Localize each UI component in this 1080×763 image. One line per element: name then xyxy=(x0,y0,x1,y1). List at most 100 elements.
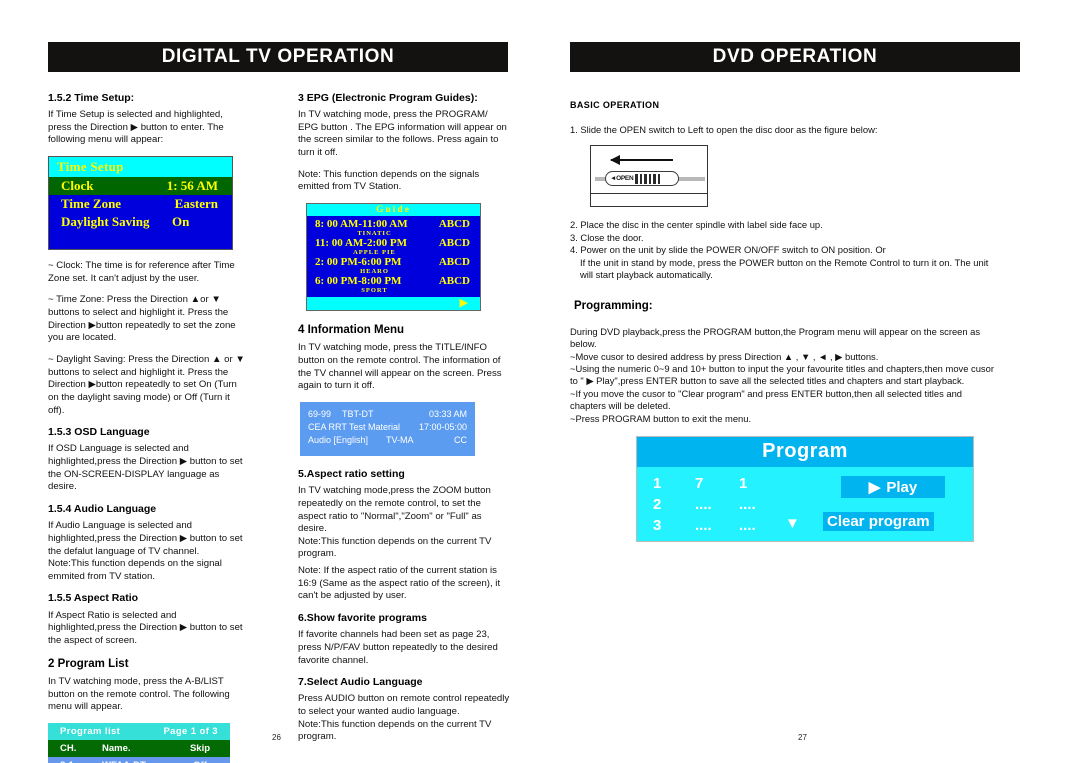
dvd-step-4b: If the unit in stand by mode, press the … xyxy=(580,256,989,268)
program-list-page-label: Page 1 of 3 xyxy=(163,725,218,737)
section-1-5-4-title: 1.5.4 Audio Language xyxy=(48,503,157,516)
section-5-note: Note: If the aspect ratio of the current… xyxy=(298,565,501,602)
guide-entry-channel: ABCD xyxy=(438,256,470,269)
section-7-title: 7.Select Audio Language xyxy=(298,676,423,689)
info-channel-number: 69-99 xyxy=(308,408,332,419)
open-switch-slider[interactable]: ◄OPEN xyxy=(605,171,679,187)
figure-divider-line xyxy=(591,193,707,195)
next-page-arrow-icon[interactable]: ▶ xyxy=(460,298,468,309)
switch-grip-ridges xyxy=(635,173,661,184)
info-program-span: 17:00-05:00 xyxy=(418,421,467,432)
section-5-title: 5.Aspect ratio setting xyxy=(298,468,405,481)
section-1-5-4-body: If Audio Language is selected and highli… xyxy=(48,520,243,582)
program-entry-index: 3 xyxy=(653,517,662,534)
programming-line-5: to " ▶ Play",press ENTER button to save … xyxy=(570,375,965,387)
program-entry-chapter: .... xyxy=(739,496,756,513)
section-3-body: In TV watching mode, press the PROGRAM/ … xyxy=(298,109,507,159)
program-entry-title: 7 xyxy=(695,475,704,492)
dvd-step-4: 4. Power on the unit by slide the POWER … xyxy=(570,244,886,256)
programming-line-6: ~If you move the cusor to "Clear program… xyxy=(570,387,963,399)
right-page-number: 27 xyxy=(798,733,807,742)
guide-entry-time-row[interactable]: 8: 00 AM-11:00 AM ABCD xyxy=(307,218,480,230)
section-7-body: Press AUDIO button on remote control rep… xyxy=(298,693,510,743)
program-entry-chapter: .... xyxy=(739,517,756,534)
left-page-banner: DIGITAL TV OPERATION xyxy=(48,42,514,78)
play-icon: ▶ xyxy=(868,479,881,496)
guide-entry-time: 6: 00 PM-8:00 PM xyxy=(315,275,402,288)
program-osd-title: Program xyxy=(637,437,973,467)
program-entry-chapter: 1 xyxy=(739,475,748,492)
section-1-5-2-intro: If Time Setup is selected and highlighte… xyxy=(48,109,224,146)
guide-entry-time: 11: 00 AM-2:00 PM xyxy=(315,237,407,250)
left-page-number: 26 xyxy=(272,733,281,742)
info-current-time: 03:33 AM xyxy=(428,408,467,419)
clear-program-button[interactable]: Clear program xyxy=(823,512,934,531)
time-setup-row-daylight[interactable]: Daylight Saving On xyxy=(49,213,232,231)
guide-entry-program: APPLE PIE xyxy=(353,249,396,257)
guide-entry-time-row[interactable]: 11: 00 AM-2:00 PM ABCD xyxy=(307,237,480,249)
info-row-channel: 69-99 TBT-DT 03:33 AM xyxy=(300,407,475,420)
section-4-body: In TV watching mode, press the TITLE/INF… xyxy=(298,342,502,392)
guide-entry-program: TINATIC xyxy=(357,230,392,238)
program-list-osd: Program list Page 1 of 3 CH. Name. Skip … xyxy=(48,722,230,763)
section-2-title: 2 Program List xyxy=(48,657,129,670)
note-timezone: ~ Time Zone: Press the Direction ▲or ▼ b… xyxy=(48,294,236,344)
section-3-note: Note: This function depends on the signa… xyxy=(298,168,480,193)
guide-entry-time-row[interactable]: 2: 00 PM-6:00 PM ABCD xyxy=(307,256,480,268)
basic-operation-title: BASIC OPERATION xyxy=(570,100,660,110)
timezone-label: Time Zone xyxy=(61,196,122,212)
banner-bar-left: DIGITAL TV OPERATION xyxy=(48,42,508,72)
guide-entry-channel: ABCD xyxy=(438,218,470,231)
clock-value: 1: 56 AM xyxy=(166,178,218,194)
programming-line-3: ~Move cusor to desired address by press … xyxy=(570,350,879,362)
time-setup-row-clock[interactable]: Clock 1: 56 AM xyxy=(49,177,232,196)
program-list-column-headers: CH. Name. Skip xyxy=(48,739,230,757)
guide-osd-footer: ▶ xyxy=(307,297,480,311)
program-menu-osd: Program 1 7 1 2 .... .... 3 .... .... ▼ … xyxy=(636,436,974,542)
right-page-banner: DVD OPERATION xyxy=(570,42,1026,78)
table-row[interactable]: 8-1 WFAA-DT Off xyxy=(48,756,230,763)
guide-entry-time-row[interactable]: 6: 00 PM-8:00 PM ABCD xyxy=(307,275,480,287)
column-header-skip: Skip xyxy=(189,742,211,754)
section-6-title: 6.Show favorite programs xyxy=(298,612,427,625)
time-setup-osd-title: Time Setup xyxy=(49,157,232,178)
section-1-5-5-title: 1.5.5 Aspect Ratio xyxy=(48,592,139,605)
program-entry-row[interactable]: 2 .... .... xyxy=(653,494,783,515)
programming-line-4: ~Using the numeric 0~9 and 10+ button to… xyxy=(570,363,994,375)
column-header-ch: CH. xyxy=(60,742,77,754)
note-daylight: ~ Daylight Saving: Press the Direction ▲… xyxy=(48,354,245,416)
information-menu-osd: 69-99 TBT-DT 03:33 AM CEA RRT Test Mater… xyxy=(300,402,475,457)
programming-title: Programming: xyxy=(574,300,653,313)
info-channel-name: TBT-DT xyxy=(342,408,374,419)
program-osd-body: 1 7 1 2 .... .... 3 .... .... ▼ ▶ Play C… xyxy=(637,467,973,541)
right-page-title: DVD OPERATION xyxy=(712,46,878,67)
programming-line-2: below. xyxy=(570,338,597,350)
programming-line-8: ~Press PROGRAM button to exit the menu. xyxy=(570,412,752,424)
guide-osd-body: 8: 00 AM-11:00 AM ABCD TINATIC 11: 00 AM… xyxy=(307,216,480,298)
play-button-label: Play xyxy=(886,478,918,496)
programming-line-1: During DVD playback,press the PROGRAM bu… xyxy=(570,325,981,337)
program-entry-index: 2 xyxy=(653,496,662,513)
guide-entry-channel: ABCD xyxy=(438,237,470,250)
scroll-down-caret-icon[interactable]: ▼ xyxy=(785,515,800,532)
dvd-step-3: 3. Close the door. xyxy=(570,231,644,243)
program-entry-row[interactable]: 3 .... .... xyxy=(653,515,783,536)
program-entry-list: 1 7 1 2 .... .... 3 .... .... xyxy=(653,473,783,536)
time-setup-row-timezone[interactable]: Time Zone Eastern xyxy=(49,195,232,213)
guide-entry-time: 2: 00 PM-6:00 PM xyxy=(315,256,402,269)
dvd-step-1: 1. Slide the OPEN switch to Left to open… xyxy=(570,124,878,135)
section-4-title: 4 Information Menu xyxy=(298,324,405,337)
left-column-one: 1.5.2 Time Setup: If Time Setup is selec… xyxy=(48,92,248,763)
open-switch-label: ◄OPEN xyxy=(610,175,634,183)
program-entry-title: .... xyxy=(695,496,712,513)
program-list-header: Program list Page 1 of 3 xyxy=(48,722,230,740)
time-setup-osd-body: Time Zone Eastern Daylight Saving On xyxy=(49,195,232,250)
program-entry-row[interactable]: 1 7 1 xyxy=(653,473,783,494)
play-button[interactable]: ▶ Play xyxy=(841,476,945,498)
section-1-5-3-title: 1.5.3 OSD Language xyxy=(48,426,150,439)
column-header-name: Name. xyxy=(102,742,131,754)
guide-osd-title: Guide xyxy=(307,204,480,217)
program-entry-title: .... xyxy=(695,517,712,534)
section-1-5-2-title: 1.5.2 Time Setup: xyxy=(48,92,135,104)
manual-page-spread: DIGITAL TV OPERATION 1.5.2 Time Setup: I… xyxy=(0,0,1080,763)
